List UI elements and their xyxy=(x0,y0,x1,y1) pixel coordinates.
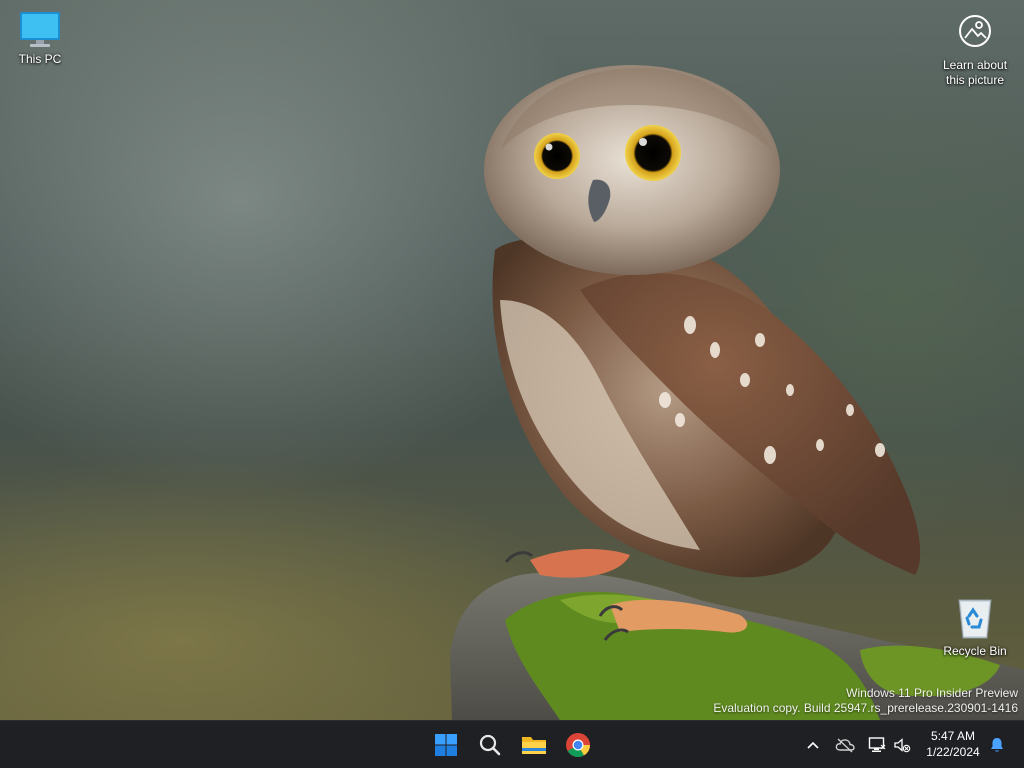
show-hidden-icons-button[interactable] xyxy=(801,733,825,757)
onedrive-button[interactable] xyxy=(833,733,857,757)
desktop-wallpaper[interactable] xyxy=(0,0,1024,720)
clock[interactable]: 5:47 AM 1/22/2024 xyxy=(918,728,988,760)
taskbar: 5:47 AM 1/22/2024 xyxy=(0,720,1024,768)
volume-muted-icon xyxy=(894,738,911,753)
watermark-line2: Evaluation copy. Build 25947.rs_prerelea… xyxy=(713,701,1018,715)
learn-line1: Learn about xyxy=(942,58,1008,72)
desktop-icon-recycle-bin[interactable]: Recycle Bin xyxy=(937,596,1013,658)
search-icon xyxy=(479,734,501,756)
learn-line2: this picture xyxy=(945,73,1005,87)
learn-about-picture[interactable]: Learn about this picture xyxy=(930,14,1020,88)
file-explorer-button[interactable] xyxy=(514,725,554,765)
desktop-icon-label: This PC xyxy=(18,52,62,66)
start-button[interactable] xyxy=(426,725,466,765)
chrome-button[interactable] xyxy=(558,725,598,765)
desktop-icon-label: Recycle Bin xyxy=(943,644,1007,658)
search-button[interactable] xyxy=(470,725,510,765)
windows-logo-icon xyxy=(435,734,457,756)
monitor-icon xyxy=(20,12,60,47)
camera-info-icon xyxy=(959,15,991,47)
folder-icon xyxy=(522,737,546,754)
onedrive-cloud-icon xyxy=(835,738,855,753)
chrome-icon xyxy=(566,733,590,758)
volume-button[interactable] xyxy=(890,733,914,757)
chevron-up-icon xyxy=(807,741,819,749)
clock-time: 5:47 AM xyxy=(930,729,976,743)
desktop-icon-this-pc[interactable]: This PC xyxy=(2,8,78,66)
notifications-button[interactable] xyxy=(985,733,1009,757)
build-watermark: Windows 11 Pro Insider Preview Evaluatio… xyxy=(713,686,1018,716)
network-button[interactable] xyxy=(865,733,889,757)
recycle-bin-icon xyxy=(958,599,992,639)
clock-date: 1/22/2024 xyxy=(926,745,980,759)
network-icon xyxy=(868,737,886,752)
bell-icon xyxy=(991,738,1003,752)
watermark-line1: Windows 11 Pro Insider Preview xyxy=(846,686,1018,700)
owl-wallpaper-image xyxy=(450,65,1024,720)
